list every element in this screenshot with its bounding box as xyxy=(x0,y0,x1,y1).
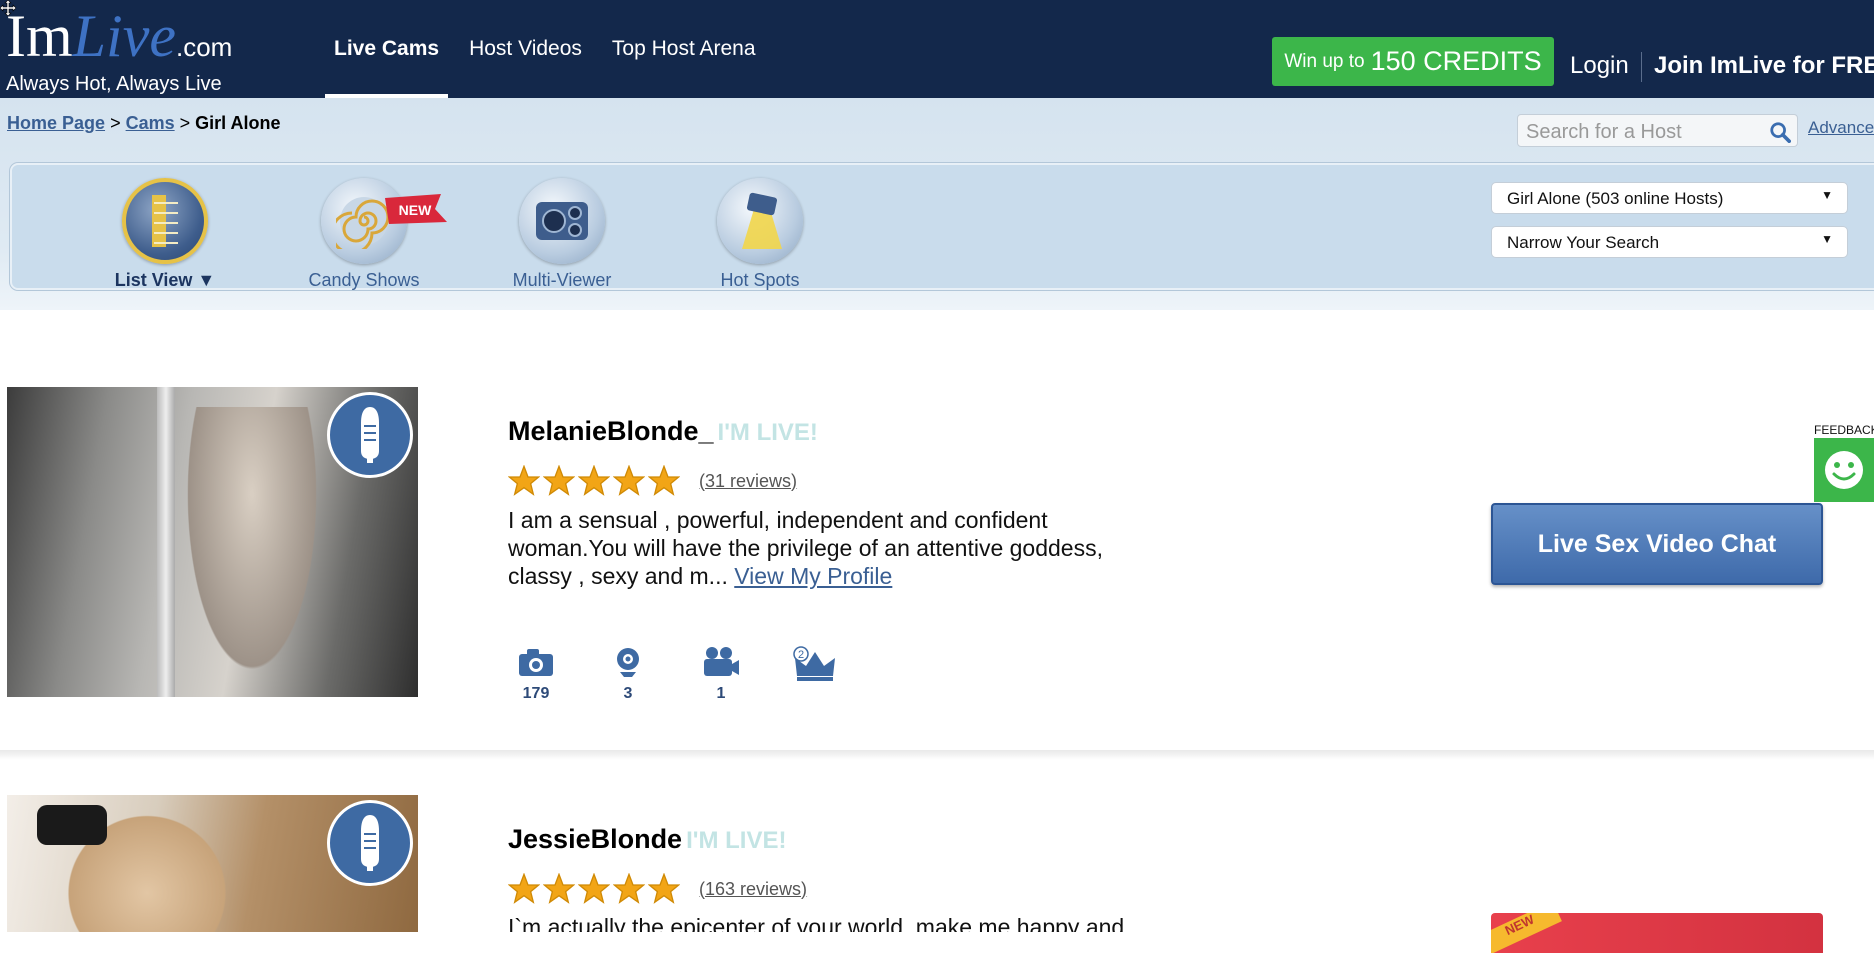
credits-amount: 150 CREDITS xyxy=(1370,46,1542,76)
webcam-icon xyxy=(617,648,639,677)
stat-videos-count: 1 xyxy=(716,685,726,702)
host-description: I am a sensual , powerful, independent a… xyxy=(508,506,1158,590)
view-candy-shows[interactable]: NEW Candy Shows xyxy=(299,178,447,291)
main-nav: Live Cams Host Videos Top Host Arena xyxy=(325,0,777,98)
live-video-chat-button[interactable]: NEW xyxy=(1491,913,1823,953)
win-credits-button[interactable]: Win up to 150 CREDITS xyxy=(1272,37,1554,86)
narrow-search-value: Narrow Your Search xyxy=(1507,233,1660,252)
video-camera-icon xyxy=(704,647,739,676)
view-multi-viewer-label: Multi-Viewer xyxy=(512,270,612,290)
feedback-label: FEEDBACK xyxy=(1814,423,1874,437)
view-candy-shows-label: Candy Shows xyxy=(308,270,420,290)
smiley-icon xyxy=(1825,451,1863,489)
star-icon xyxy=(508,873,540,904)
header-divider xyxy=(1641,52,1642,82)
stat-videos[interactable]: 1 xyxy=(696,646,746,703)
breadcrumb-current: Girl Alone xyxy=(195,113,281,133)
description-text: I`m actually the epicenter of your world… xyxy=(508,914,1125,932)
host-search-input[interactable] xyxy=(1526,121,1756,144)
stat-photos-count: 179 xyxy=(522,685,550,702)
imlive-logo[interactable]: ImLive.com Always Hot, Always Live xyxy=(6,0,246,98)
reviews-link[interactable]: (163 reviews) xyxy=(699,879,807,900)
chevron-down-icon: ▼ xyxy=(1821,188,1833,202)
stat-webcam-count: 3 xyxy=(623,685,633,702)
list-view-icon xyxy=(122,178,208,264)
view-list[interactable]: List View ▼ xyxy=(100,178,230,291)
host-name-text: MelanieBlonde_ xyxy=(508,416,714,446)
login-link[interactable]: Login xyxy=(1570,52,1629,80)
advanced-search-link[interactable]: Advanced xyxy=(1808,118,1874,138)
svg-text:2: 2 xyxy=(798,649,804,661)
live-video-chat-button[interactable]: Live Sex Video Chat xyxy=(1491,503,1823,585)
host-name[interactable]: JessieBlonde I'M LIVE! xyxy=(508,824,786,855)
star-icon xyxy=(578,465,610,496)
new-badge-icon: NEW xyxy=(385,194,447,224)
live-tag: I'M LIVE! xyxy=(686,827,787,854)
star-icon xyxy=(613,465,645,496)
host-search-box xyxy=(1517,114,1798,147)
host-listing-2 xyxy=(7,795,1874,932)
breadcrumb: Home Page > Cams > Girl Alone xyxy=(7,113,281,134)
search-icon[interactable] xyxy=(1769,121,1791,143)
breadcrumb-home[interactable]: Home Page xyxy=(7,113,105,133)
view-list-label: List View ▼ xyxy=(114,270,216,290)
star-icon xyxy=(543,465,575,496)
host-thumbnail[interactable] xyxy=(7,387,418,697)
host-name[interactable]: MelanieBlonde_ I'M LIVE! xyxy=(508,416,818,447)
multi-viewer-icon xyxy=(519,178,605,264)
star-icon xyxy=(648,873,680,904)
feedback-button[interactable] xyxy=(1814,438,1874,502)
narrow-search-dropdown[interactable]: Narrow Your Search ▼ xyxy=(1491,226,1848,258)
toy-icon[interactable] xyxy=(327,392,413,478)
join-free-link[interactable]: Join ImLive for FREE xyxy=(1654,52,1874,80)
logo-wordmark: ImLive.com xyxy=(6,3,233,69)
thumbnail-figure xyxy=(177,407,327,697)
host-thumbnail[interactable] xyxy=(7,795,418,932)
star-icon xyxy=(578,873,610,904)
view-hot-spots-label: Hot Spots xyxy=(720,270,800,290)
reviews-link[interactable]: (31 reviews) xyxy=(699,471,797,492)
nav-host-videos[interactable]: Host Videos xyxy=(460,0,591,98)
breadcrumb-sep: > xyxy=(179,113,191,133)
new-ribbon: NEW xyxy=(1491,913,1562,953)
svg-text:NEW: NEW xyxy=(399,202,432,218)
star-icon xyxy=(613,873,645,904)
breadcrumb-sep: > xyxy=(110,113,121,133)
breadcrumb-cams[interactable]: Cams xyxy=(126,113,175,133)
rating-stars: (31 reviews) xyxy=(508,465,797,497)
nav-live-cams[interactable]: Live Cams xyxy=(325,0,449,98)
logo-tagline: Always Hot, Always Live xyxy=(6,73,222,95)
listing-divider xyxy=(0,750,1874,760)
host-description: I`m actually the epicenter of your world… xyxy=(508,913,1158,932)
category-dropdown[interactable]: Girl Alone (503 online Hosts) ▼ xyxy=(1491,182,1848,214)
category-dropdown-value: Girl Alone (503 online Hosts) xyxy=(1507,189,1724,208)
star-icon xyxy=(508,465,540,496)
top-navbar: ImLive.com Always Hot, Always Live Live … xyxy=(0,0,1874,98)
chevron-down-icon: ▼ xyxy=(1821,232,1833,246)
view-profile-link[interactable]: View My Profile xyxy=(734,563,892,589)
star-icon xyxy=(543,873,575,904)
view-hot-spots[interactable]: Hot Spots xyxy=(695,178,825,291)
stat-crown[interactable]: 2 xyxy=(790,646,840,689)
host-name-text: JessieBlonde xyxy=(508,824,683,854)
rating-stars: (163 reviews) xyxy=(508,873,807,905)
star-icon xyxy=(648,465,680,496)
live-tag: I'M LIVE! xyxy=(717,419,818,446)
thumbnail-arm xyxy=(37,805,107,845)
camera-icon xyxy=(519,649,553,676)
thumbnail-pole xyxy=(157,387,175,697)
crown-icon: 2 xyxy=(793,646,835,681)
view-multi-viewer[interactable]: Multi-Viewer xyxy=(497,178,627,291)
nav-top-host-arena[interactable]: Top Host Arena xyxy=(603,0,765,98)
spotlight-icon xyxy=(717,178,803,264)
credits-prefix: Win up to xyxy=(1284,50,1365,72)
move-cursor-icon xyxy=(0,0,16,16)
stat-webcam[interactable]: 3 xyxy=(603,646,653,703)
stat-photos[interactable]: 179 xyxy=(511,646,561,703)
toy-icon[interactable] xyxy=(327,800,413,886)
